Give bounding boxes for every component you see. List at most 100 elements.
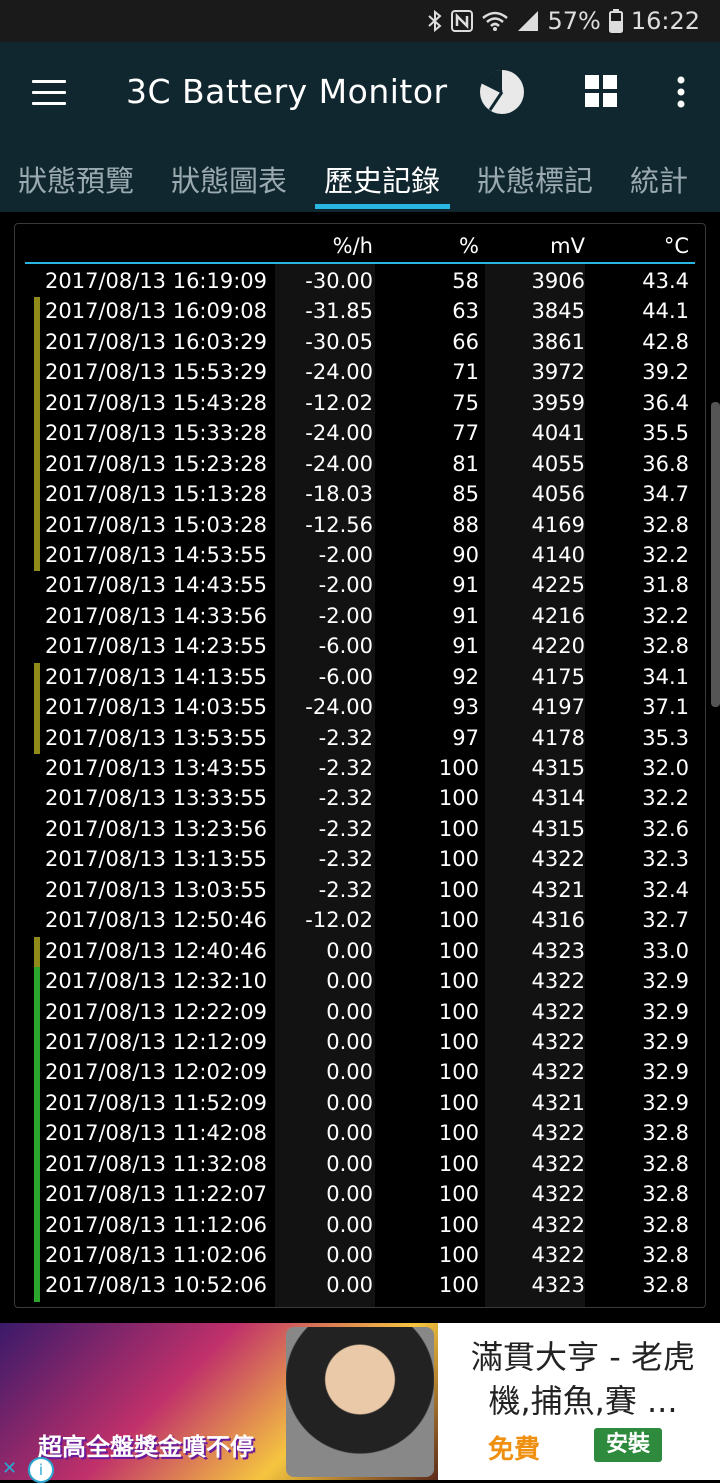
ad-price: 免費 xyxy=(488,1435,541,1465)
tab-charts[interactable]: 狀態圖表 xyxy=(171,158,287,200)
table-row[interactable]: 2017/08/13 14:43:55 -2.00 91 4225 31.8 xyxy=(15,571,705,601)
tab-overview[interactable]: 狀態預覽 xyxy=(18,158,134,200)
battery-percent: 57% xyxy=(547,7,601,35)
row-marker xyxy=(34,693,40,724)
table-row[interactable]: 2017/08/13 12:12:09 0.00 100 4322 32.9 xyxy=(15,1027,705,1059)
row-millivolts: 4169 xyxy=(531,512,585,537)
row-date: 2017/08/13 11:52:09 xyxy=(45,1090,268,1115)
scrollbar[interactable] xyxy=(711,402,720,707)
signal-icon xyxy=(518,11,539,31)
table-row[interactable]: 2017/08/13 15:53:29 -24.00 71 3972 39.2 xyxy=(15,358,705,389)
nfc-icon xyxy=(451,10,474,32)
row-date: 2017/08/13 14:53:55 xyxy=(45,542,268,567)
row-millivolts: 4322 xyxy=(531,1182,585,1207)
row-millivolts: 4315 xyxy=(531,816,585,841)
row-percent: 100 xyxy=(438,816,479,841)
row-millivolts: 4321 xyxy=(531,877,585,902)
row-millivolts: 3959 xyxy=(531,390,585,415)
row-marker xyxy=(34,1149,40,1181)
table-row[interactable]: 2017/08/13 13:53:55 -2.32 97 4178 35.3 xyxy=(15,723,705,754)
row-rate: -2.32 xyxy=(318,725,373,750)
row-date: 2017/08/13 12:40:46 xyxy=(45,938,268,963)
table-row[interactable]: 2017/08/13 16:09:08 -31.85 63 3845 44.1 xyxy=(15,297,705,328)
row-percent: 100 xyxy=(438,1029,479,1054)
ad-install-button[interactable]: 安裝 xyxy=(594,1428,662,1462)
row-rate: -6.00 xyxy=(318,634,373,659)
row-temperature: 32.8 xyxy=(642,634,689,659)
status-bar: 57% 16:22 xyxy=(0,0,720,42)
menu-icon[interactable] xyxy=(32,80,66,106)
grid-icon[interactable] xyxy=(585,75,617,107)
row-date: 2017/08/13 15:13:28 xyxy=(45,482,268,507)
tab-statistics[interactable]: 統計 xyxy=(630,158,688,200)
ad-close-icon[interactable]: ✕ xyxy=(2,1459,22,1479)
row-temperature: 39.2 xyxy=(642,360,689,385)
row-percent: 77 xyxy=(452,421,479,446)
table-row[interactable]: 2017/08/13 11:52:09 0.00 100 4321 32.9 xyxy=(15,1088,705,1120)
battery-icon xyxy=(608,9,623,33)
table-row[interactable]: 2017/08/13 11:12:06 0.00 100 4322 32.8 xyxy=(15,1210,705,1241)
table-row[interactable]: 2017/08/13 15:13:28 -18.03 85 4056 34.7 xyxy=(15,480,705,511)
pie-chart-icon[interactable] xyxy=(478,68,526,116)
tab-history[interactable]: 歷史記錄 xyxy=(324,158,440,200)
table-row[interactable]: 2017/08/13 11:32:08 0.00 100 4322 32.8 xyxy=(15,1149,705,1181)
table-row[interactable]: 2017/08/13 13:23:56 -2.32 100 4315 32.6 xyxy=(15,815,705,845)
table-row[interactable]: 2017/08/13 12:02:09 0.00 100 4322 32.9 xyxy=(15,1058,705,1089)
tab-markers[interactable]: 狀態標記 xyxy=(477,158,593,200)
row-percent: 66 xyxy=(452,329,479,354)
row-rate: -2.32 xyxy=(318,786,373,811)
table-row[interactable]: 2017/08/13 16:03:29 -30.05 66 3861 42.8 xyxy=(15,327,705,359)
table-row[interactable]: 2017/08/13 10:52:06 0.00 100 4323 32.8 xyxy=(15,1271,705,1302)
more-vert-icon[interactable] xyxy=(676,76,686,108)
row-rate: -6.00 xyxy=(318,664,373,689)
row-date: 2017/08/13 14:03:55 xyxy=(45,695,268,720)
row-percent: 100 xyxy=(438,847,479,872)
row-date: 2017/08/13 11:02:06 xyxy=(45,1243,268,1267)
table-row[interactable]: 2017/08/13 13:43:55 -2.32 100 4315 32.0 xyxy=(15,754,705,784)
table-row[interactable]: 2017/08/13 14:53:55 -2.00 90 4140 32.2 xyxy=(15,540,705,572)
table-row[interactable]: 2017/08/13 11:22:07 0.00 100 4322 32.8 xyxy=(15,1180,705,1211)
row-temperature: 32.2 xyxy=(642,603,689,628)
row-millivolts: 4220 xyxy=(531,634,585,659)
table-row[interactable]: 2017/08/13 14:03:55 -24.00 93 4197 37.1 xyxy=(15,693,705,724)
row-millivolts: 4322 xyxy=(531,847,585,872)
table-row[interactable]: 2017/08/13 14:23:55 -6.00 91 4220 32.8 xyxy=(15,632,705,662)
row-temperature: 32.9 xyxy=(642,1060,689,1085)
row-temperature: 42.8 xyxy=(642,329,689,354)
table-row[interactable]: 2017/08/13 12:32:10 0.00 100 4322 32.9 xyxy=(15,967,705,998)
table-row[interactable]: 2017/08/13 15:23:28 -24.00 81 4055 36.8 xyxy=(15,449,705,481)
row-millivolts: 4322 xyxy=(531,1121,585,1146)
row-temperature: 32.9 xyxy=(642,1090,689,1115)
table-row[interactable]: 2017/08/13 13:33:55 -2.32 100 4314 32.2 xyxy=(15,784,705,814)
table-row[interactable]: 2017/08/13 12:50:46 -12.02 100 4316 32.7 xyxy=(15,906,705,936)
table-row[interactable]: 2017/08/13 12:22:09 0.00 100 4322 32.9 xyxy=(15,997,705,1028)
table-row[interactable]: 2017/08/13 16:19:09 -30.00 58 3906 43.4 xyxy=(15,267,705,297)
table-row[interactable]: 2017/08/13 11:42:08 0.00 100 4322 32.8 xyxy=(15,1119,705,1150)
row-millivolts: 4323 xyxy=(531,938,585,963)
table-row[interactable]: 2017/08/13 11:02:06 0.00 100 4322 32.8 xyxy=(15,1241,705,1272)
row-millivolts: 4216 xyxy=(531,603,585,628)
table-row[interactable]: 2017/08/13 12:40:46 0.00 100 4323 33.0 xyxy=(15,936,705,968)
row-temperature: 35.3 xyxy=(642,725,689,750)
row-rate: -12.02 xyxy=(305,908,373,933)
row-percent: 100 xyxy=(438,938,479,963)
table-row[interactable]: 2017/08/13 15:43:28 -12.02 75 3959 36.4 xyxy=(15,388,705,420)
table-row[interactable]: 2017/08/13 15:33:28 -24.00 77 4041 35.5 xyxy=(15,419,705,450)
row-rate: -31.85 xyxy=(305,299,373,324)
table-row[interactable]: 2017/08/13 15:03:28 -12.56 88 4169 32.8 xyxy=(15,510,705,541)
table-row[interactable]: 2017/08/13 14:33:56 -2.00 91 4216 32.2 xyxy=(15,602,705,632)
row-temperature: 32.8 xyxy=(642,1182,689,1207)
table-row[interactable]: 2017/08/13 13:03:55 -2.32 100 4321 32.4 xyxy=(15,876,705,906)
row-rate: -24.00 xyxy=(305,695,373,720)
ad-banner[interactable]: 超高全盤獎金噴不停 滿貫大亨 - 老虎機,捕魚,賽 ... 免費 安裝 ✕ i xyxy=(0,1323,720,1483)
row-marker xyxy=(34,388,40,420)
row-percent: 100 xyxy=(438,1060,479,1085)
history-table[interactable]: %/h % mV °C 2017/08/13 16:19:09 -30.00 58 3… xyxy=(14,223,706,1308)
ad-title[interactable]: 滿貫大亨 - 老虎機,捕魚,賽 ... xyxy=(454,1335,712,1423)
row-date: 2017/08/13 12:50:46 xyxy=(45,908,268,933)
row-temperature: 32.0 xyxy=(642,756,689,780)
table-row[interactable]: 2017/08/13 13:13:55 -2.32 100 4322 32.3 xyxy=(15,845,705,875)
row-temperature: 32.6 xyxy=(642,816,689,841)
ad-info-icon[interactable]: i xyxy=(28,1457,54,1483)
table-row[interactable]: 2017/08/13 14:13:55 -6.00 92 4175 34.1 xyxy=(15,662,705,694)
